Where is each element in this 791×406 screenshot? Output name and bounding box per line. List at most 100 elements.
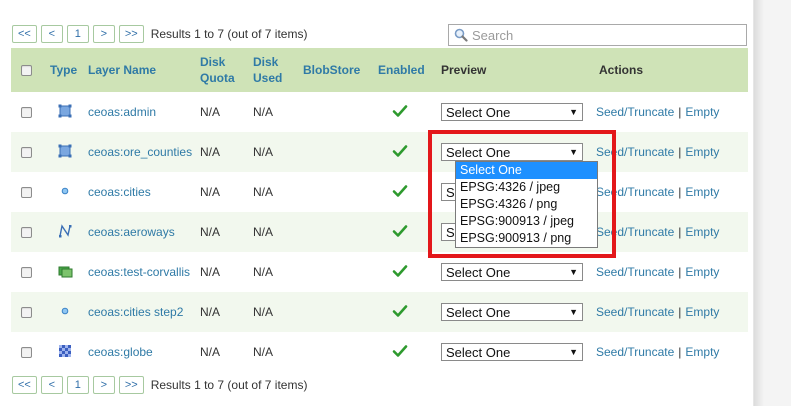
enabled-cell — [372, 212, 435, 252]
row-select-cell — [11, 92, 44, 132]
table-row: ceoas:admin N/A N/A Select One ▼ Seed/Truncat… — [11, 92, 748, 132]
empty-link[interactable]: Empty — [685, 105, 719, 119]
preview-select[interactable]: Select One ▼ — [441, 303, 583, 321]
empty-link[interactable]: Empty — [685, 185, 719, 199]
row-checkbox[interactable] — [21, 267, 32, 279]
layer-name-link[interactable]: ceoas:admin — [88, 105, 156, 119]
enabled-header[interactable]: Enabled — [372, 48, 435, 92]
point-layer-icon — [58, 304, 72, 321]
preview-select-value: Select One — [446, 344, 511, 360]
type-header[interactable]: Type — [44, 48, 82, 92]
last-page-button[interactable]: >> — [118, 25, 144, 43]
row-checkbox[interactable] — [21, 347, 32, 359]
disk-quota-header[interactable]: Disk Quota — [194, 48, 247, 92]
enabled-check-icon — [392, 224, 408, 241]
preview-select[interactable]: Select One ▼ — [441, 263, 583, 281]
layer-name-link[interactable]: ceoas:aeroways — [88, 225, 175, 239]
results-info: Results 1 to 7 (out of 7 items) — [150, 378, 308, 392]
seed-truncate-link[interactable]: Seed/Truncate — [596, 105, 674, 119]
seed-truncate-link[interactable]: Seed/Truncate — [596, 225, 674, 239]
layer-name-header[interactable]: Layer Name — [82, 48, 194, 92]
enabled-cell — [372, 132, 435, 172]
enabled-cell — [372, 292, 435, 332]
disk-used-cell: N/A — [247, 132, 297, 172]
preview-select[interactable]: Select One ▼ — [441, 103, 583, 121]
disk-quota-cell: N/A — [194, 332, 247, 372]
empty-link[interactable]: Empty — [685, 145, 719, 159]
prev-page-button[interactable]: < — [40, 376, 63, 394]
empty-link[interactable]: Empty — [685, 345, 719, 359]
preview-select-value: Select One — [446, 264, 511, 280]
seed-truncate-link[interactable]: Seed/Truncate — [596, 185, 674, 199]
layer-name-link[interactable]: ceoas:globe — [88, 345, 153, 359]
next-page-button[interactable]: > — [92, 376, 115, 394]
type-cell — [44, 212, 82, 252]
dropdown-arrow-icon: ▼ — [569, 107, 578, 117]
blobstore-cell — [297, 132, 372, 172]
row-checkbox[interactable] — [21, 307, 32, 319]
preview-cell: Select One ▼ — [435, 332, 593, 372]
first-page-button[interactable]: << — [12, 25, 37, 43]
disk-used-cell: N/A — [247, 212, 297, 252]
seed-truncate-link[interactable]: Seed/Truncate — [596, 305, 674, 319]
select-all-header — [11, 48, 44, 92]
type-cell — [44, 132, 82, 172]
actions-header: Actions — [593, 48, 748, 92]
enabled-check-icon — [392, 144, 408, 161]
empty-link[interactable]: Empty — [685, 225, 719, 239]
enabled-check-icon — [392, 184, 408, 201]
actions-separator: | — [678, 225, 682, 239]
actions-separator: | — [678, 305, 682, 319]
disk-quota-cell: N/A — [194, 132, 247, 172]
seed-truncate-link[interactable]: Seed/Truncate — [596, 345, 674, 359]
next-page-button[interactable]: > — [92, 25, 115, 43]
layer-name-link[interactable]: ceoas:cities step2 — [88, 305, 183, 319]
blobstore-header[interactable]: BlobStore — [297, 48, 372, 92]
polygon-layer-icon — [58, 104, 72, 121]
pager-bottom: << < 1 > >> Results 1 to 7 (out of 7 ite… — [12, 376, 307, 394]
enabled-cell — [372, 92, 435, 132]
search-input[interactable] — [468, 26, 746, 44]
layer-name-link[interactable]: ceoas:cities — [88, 185, 151, 199]
layer-name-cell: ceoas:cities — [82, 172, 194, 212]
page-number-button[interactable]: 1 — [66, 376, 89, 394]
actions-cell: Seed/Truncate | Empty — [593, 132, 748, 172]
preview-select[interactable]: Select One ▼ — [441, 343, 583, 361]
layer-name-link[interactable]: ceoas:test-corvallis — [88, 265, 190, 279]
dropdown-option[interactable]: EPSG:900913 / jpeg — [456, 213, 597, 230]
search-box[interactable] — [448, 24, 747, 46]
page-number-button[interactable]: 1 — [66, 25, 89, 43]
blobstore-cell — [297, 212, 372, 252]
first-page-button[interactable]: << — [12, 376, 37, 394]
seed-truncate-link[interactable]: Seed/Truncate — [596, 265, 674, 279]
table-row: ceoas:globe N/A N/A Select One ▼ Seed/Truncat… — [11, 332, 748, 372]
panel-shadow — [754, 0, 764, 406]
pager-top: << < 1 > >> Results 1 to 7 (out of 7 ite… — [12, 25, 307, 43]
disk-used-header[interactable]: Disk Used — [247, 48, 297, 92]
row-checkbox[interactable] — [21, 227, 32, 239]
row-checkbox[interactable] — [21, 107, 32, 119]
blobstore-cell — [297, 252, 372, 292]
dropdown-option[interactable]: EPSG:4326 / jpeg — [456, 179, 597, 196]
seed-truncate-link[interactable]: Seed/Truncate — [596, 145, 674, 159]
enabled-check-icon — [392, 344, 408, 361]
prev-page-button[interactable]: < — [40, 25, 63, 43]
layer-name-link[interactable]: ceoas:ore_counties — [88, 145, 192, 159]
empty-link[interactable]: Empty — [685, 305, 719, 319]
dropdown-option[interactable]: EPSG:900913 / png — [456, 230, 597, 247]
dropdown-option[interactable]: EPSG:4326 / png — [456, 196, 597, 213]
raster-layer-icon — [58, 344, 72, 361]
type-cell — [44, 172, 82, 212]
preview-dropdown-list: Select One EPSG:4326 / jpeg EPSG:4326 / … — [455, 161, 598, 248]
actions-cell: Seed/Truncate | Empty — [593, 92, 748, 132]
disk-quota-cell: N/A — [194, 292, 247, 332]
preview-select[interactable]: Select One ▼ — [441, 143, 583, 161]
empty-link[interactable]: Empty — [685, 265, 719, 279]
row-checkbox[interactable] — [21, 147, 32, 159]
layer-name-cell: ceoas:aeroways — [82, 212, 194, 252]
select-all-checkbox[interactable] — [21, 65, 32, 77]
dropdown-option[interactable]: Select One — [456, 162, 597, 179]
table-row: ceoas:test-corvallis N/A N/A Select One ▼ See… — [11, 252, 748, 292]
last-page-button[interactable]: >> — [118, 376, 144, 394]
row-checkbox[interactable] — [21, 187, 32, 199]
